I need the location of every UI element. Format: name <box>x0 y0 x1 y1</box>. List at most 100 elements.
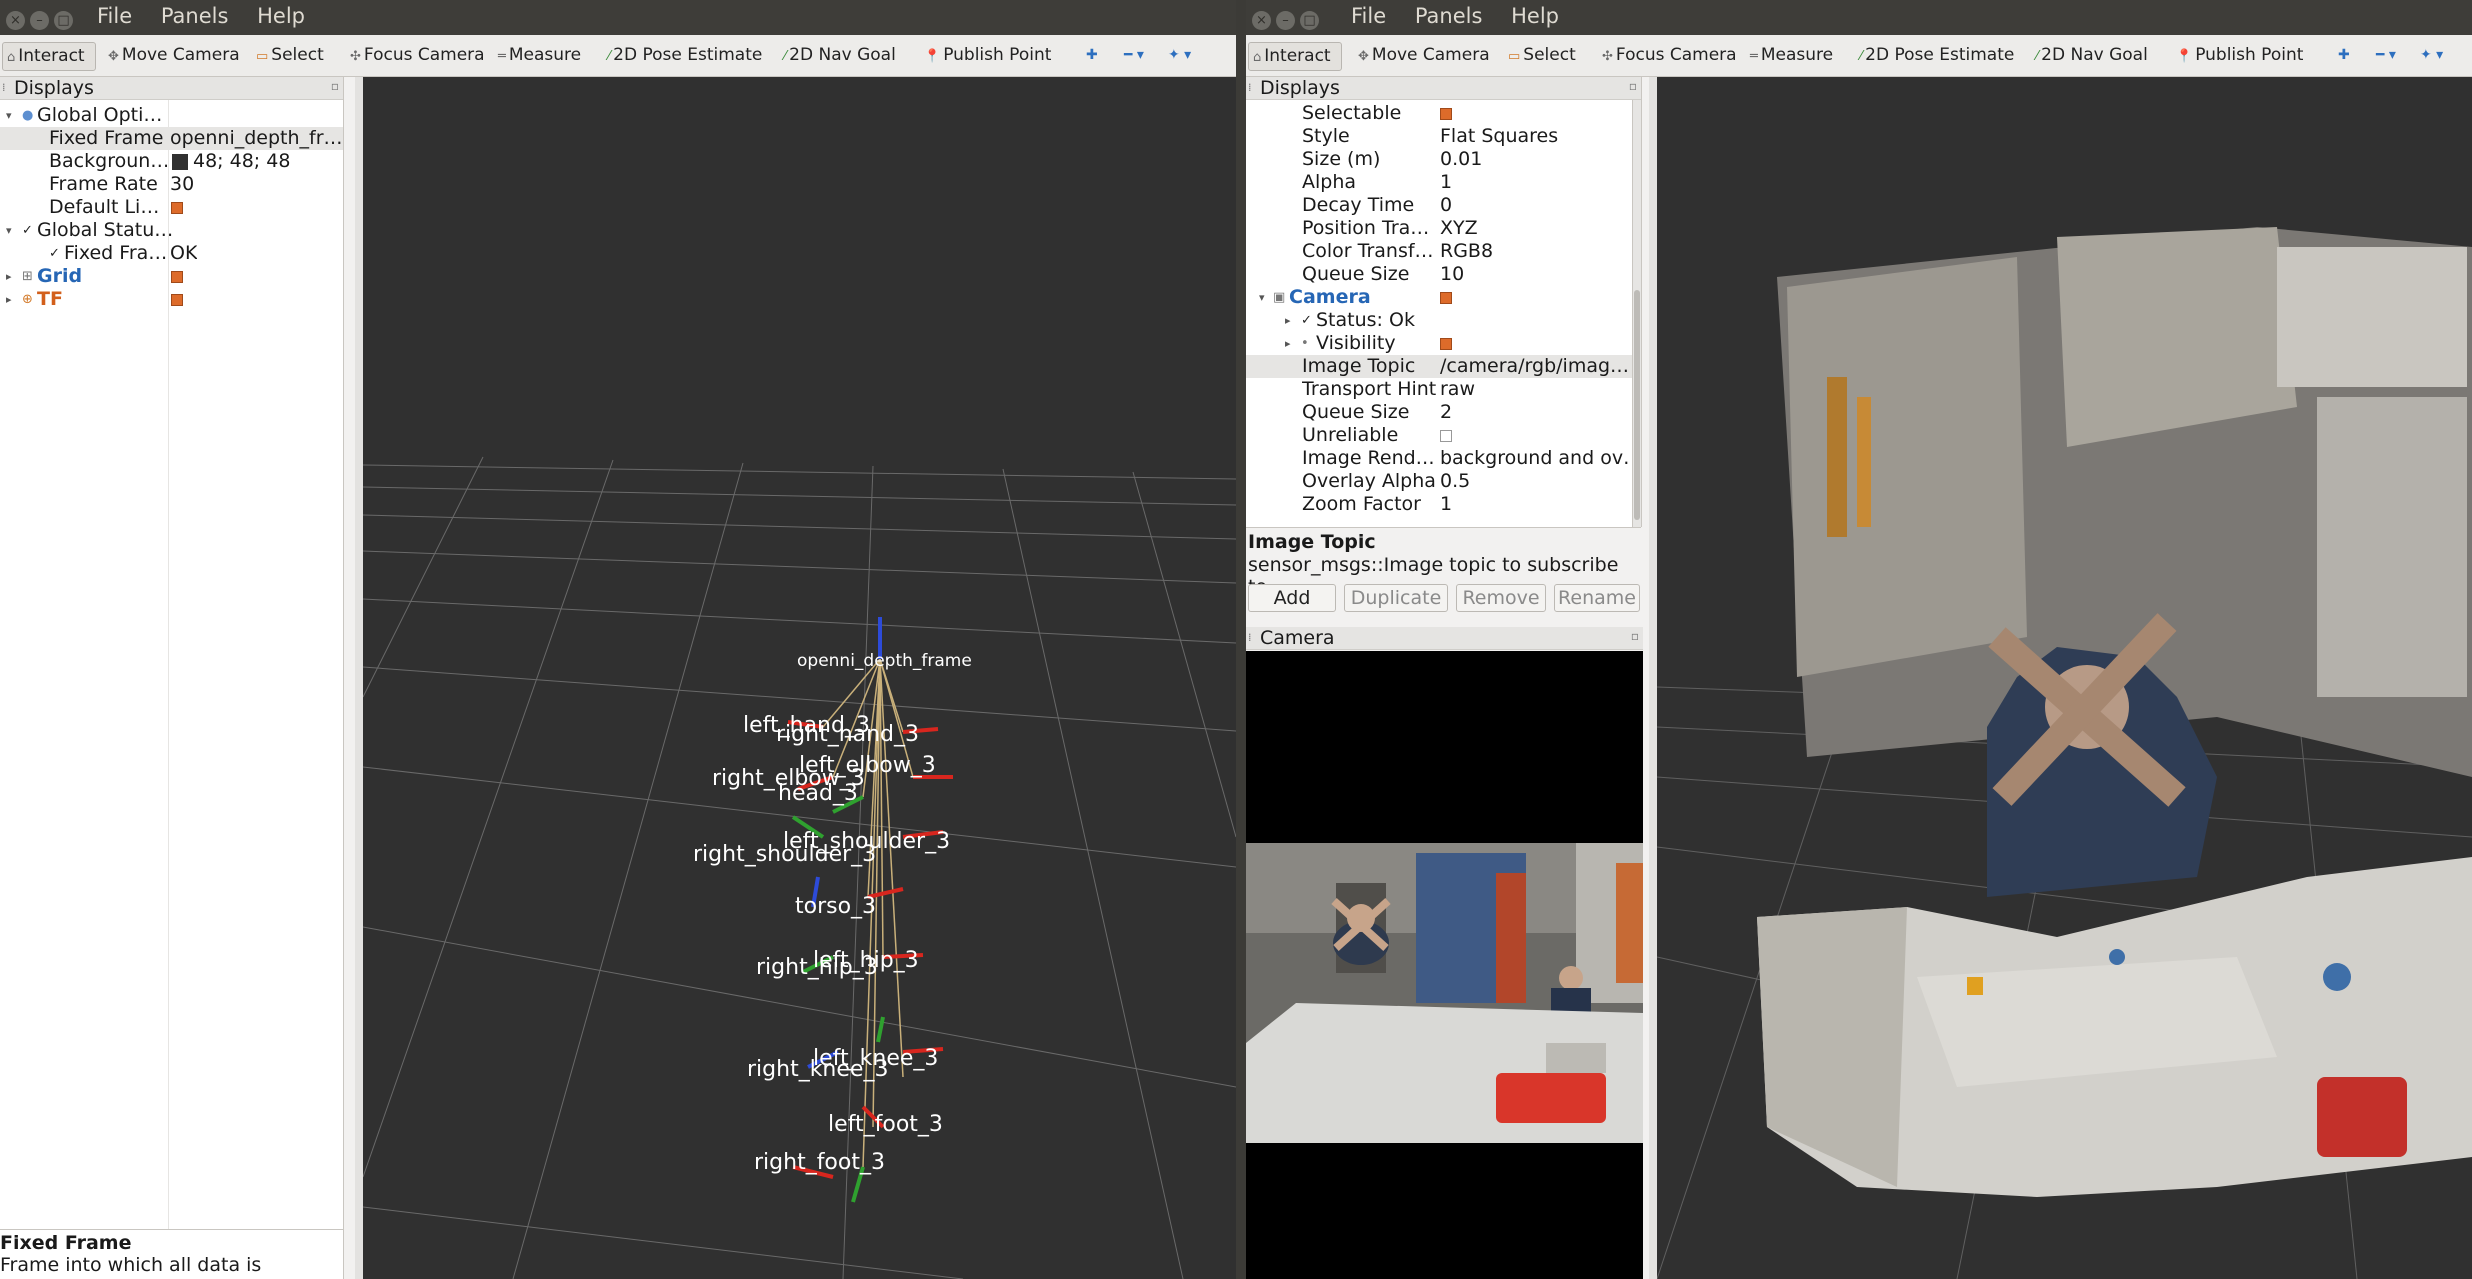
close-panel-icon[interactable]: ▫ <box>1629 77 1637 97</box>
focus-camera-tool-button[interactable]: ✣ Focus Camera <box>350 42 485 69</box>
tool-properties-icon[interactable]: ✦ ▾ <box>1168 42 1191 69</box>
prop-row-unreliable[interactable]: Unreliable <box>1246 424 1641 447</box>
close-window-icon[interactable]: × <box>1252 11 1271 30</box>
rviz-window-right: × – □ File Panels Help ⌂ Interact ✥ Move Cam… <box>1246 0 2472 1279</box>
add-tool-icon[interactable]: ✚ <box>2338 42 2350 69</box>
collapse-arrow-icon[interactable]: ▾ <box>6 219 12 242</box>
interact-tool-button[interactable]: ⌂ Interact <box>2 42 96 71</box>
prop-row-position-transformer[interactable]: Position Tra… XYZ <box>1246 217 1641 240</box>
remove-button[interactable]: Remove <box>1456 584 1546 612</box>
checkbox[interactable] <box>1440 429 1452 442</box>
focus-camera-tool-button[interactable]: ✣ Focus Camera <box>1602 42 1737 69</box>
select-tool-button[interactable]: ▭ Select <box>256 42 324 69</box>
display-row-tf[interactable]: ▸ ⊕ TF <box>0 288 343 311</box>
display-row-fixed-frame[interactable]: Fixed Frame openni_depth_fr… <box>0 127 343 150</box>
expand-arrow-icon[interactable]: ▸ <box>1285 309 1291 332</box>
checkbox[interactable] <box>1440 337 1452 350</box>
tf-label: head_3 <box>778 781 858 806</box>
remove-tool-icon[interactable]: ━ ▾ <box>1124 42 1144 69</box>
expand-arrow-icon[interactable]: ▸ <box>1285 332 1291 355</box>
collapse-arrow-icon[interactable]: ▾ <box>6 104 12 127</box>
pose-estimate-tool-button[interactable]: ⁄ 2D Pose Estimate <box>1860 42 2014 69</box>
pose-arrow-icon: ⁄ <box>1860 49 1863 64</box>
globe-icon: ● <box>22 108 34 123</box>
prop-row-selectable[interactable]: Selectable <box>1246 102 1641 125</box>
remove-tool-icon[interactable]: ━ ▾ <box>2376 42 2396 69</box>
3d-render-view[interactable] <box>1657 77 2472 1279</box>
tool-bar: ⌂ Interact ✥ Move Camera ▭ Select ✣ Focus Ca… <box>1246 35 2472 77</box>
panel-splitter[interactable] <box>1649 77 1657 1279</box>
publish-point-tool-button[interactable]: 📍 Publish Point <box>924 42 1051 69</box>
select-tool-button[interactable]: ▭ Select <box>1508 42 1576 69</box>
checkbox[interactable] <box>171 201 183 214</box>
expand-arrow-icon[interactable]: ▸ <box>6 288 12 311</box>
move-camera-tool-button[interactable]: ✥ Move Camera <box>108 42 240 69</box>
expand-arrow-icon[interactable]: ▸ <box>6 265 12 288</box>
prop-row-zoom-factor[interactable]: Zoom Factor 1 <box>1246 493 1641 516</box>
prop-row-style[interactable]: Style Flat Squares <box>1246 125 1641 148</box>
display-row-camera[interactable]: ▾ ▣ Camera <box>1246 286 1641 309</box>
prop-row-image-render[interactable]: Image Rend… background and ov… <box>1246 447 1641 470</box>
prop-row-status[interactable]: ▸ ✓ Status: Ok <box>1246 309 1641 332</box>
checkbox[interactable] <box>171 270 183 283</box>
panel-splitter[interactable] <box>355 77 363 1279</box>
close-panel-icon[interactable]: ▫ <box>1631 625 1639 647</box>
scrollbar[interactable] <box>1632 100 1641 527</box>
menu-panels[interactable]: Panels <box>161 4 229 28</box>
menu-help[interactable]: Help <box>1511 4 1559 28</box>
3d-render-view[interactable]: openni_depth_frame left_hand_3 right_han… <box>363 77 1236 1279</box>
display-row-background[interactable]: Backgroun… 48; 48; 48 <box>0 150 343 173</box>
maximize-window-icon[interactable]: □ <box>54 11 73 30</box>
close-window-icon[interactable]: × <box>6 11 25 30</box>
close-panel-icon[interactable]: ▫ <box>331 77 339 97</box>
nav-goal-tool-button[interactable]: ⁄ 2D Nav Goal <box>784 42 896 69</box>
checkbox[interactable] <box>1440 107 1452 120</box>
prop-row-image-topic[interactable]: Image Topic /camera/rgb/imag… <box>1246 355 1641 378</box>
display-row-default-light[interactable]: Default Li… <box>0 196 343 219</box>
pose-estimate-tool-button[interactable]: ⁄ 2D Pose Estimate <box>608 42 762 69</box>
fixed-frame-value[interactable]: openni_depth_fr… <box>170 127 342 150</box>
nav-goal-tool-button[interactable]: ⁄ 2D Nav Goal <box>2036 42 2148 69</box>
maximize-window-icon[interactable]: □ <box>1300 11 1319 30</box>
display-row-global-options[interactable]: ▾ ● Global Opti… <box>0 104 343 127</box>
displays-panel: ⁞ Displays ▫ Selectable Style Flat Squares… <box>1246 77 1642 527</box>
menu-file[interactable]: File <box>97 4 132 28</box>
prop-row-queue-size[interactable]: Queue Size 10 <box>1246 263 1641 286</box>
grip-icon: ⁞ <box>1248 631 1252 644</box>
display-row-grid[interactable]: ▸ ⊞ Grid <box>0 265 343 288</box>
add-button[interactable]: Add <box>1248 584 1336 612</box>
prop-row-size[interactable]: Size (m) 0.01 <box>1246 148 1641 171</box>
prop-row-visibility[interactable]: ▸ • Visibility <box>1246 332 1641 355</box>
checkbox[interactable] <box>1440 291 1452 304</box>
prop-row-transport-hint[interactable]: Transport Hint raw <box>1246 378 1641 401</box>
move-camera-tool-button[interactable]: ✥ Move Camera <box>1358 42 1490 69</box>
tool-properties-icon[interactable]: ✦ ▾ <box>2420 42 2443 69</box>
duplicate-button[interactable]: Duplicate <box>1344 584 1448 612</box>
interact-tool-button[interactable]: ⌂ Interact <box>1248 42 1342 71</box>
scrollbar-thumb[interactable] <box>1634 290 1640 520</box>
publish-point-tool-button[interactable]: 📍 Publish Point <box>2176 42 2303 69</box>
menu-help[interactable]: Help <box>257 4 305 28</box>
add-tool-icon[interactable]: ✚ <box>1086 42 1098 69</box>
display-row-fixed-frame-status[interactable]: ✓ Fixed Fra… OK <box>0 242 343 265</box>
display-row-global-status[interactable]: ▾ ✓ Global Statu… <box>0 219 343 242</box>
menu-panels[interactable]: Panels <box>1415 4 1483 28</box>
minimize-window-icon[interactable]: – <box>1276 11 1295 30</box>
measure-tool-button[interactable]: ═ Measure <box>498 42 581 69</box>
prop-row-decay-time[interactable]: Decay Time 0 <box>1246 194 1641 217</box>
checkbox[interactable] <box>171 293 183 306</box>
display-row-frame-rate[interactable]: Frame Rate 30 <box>0 173 343 196</box>
menu-file[interactable]: File <box>1351 4 1386 28</box>
prop-row-queue-size-2[interactable]: Queue Size 2 <box>1246 401 1641 424</box>
interact-icon: ⌂ <box>1253 50 1262 65</box>
background-color-value[interactable]: 48; 48; 48 <box>172 150 290 173</box>
pose-arrow-icon: ⁄ <box>608 49 611 64</box>
collapse-arrow-icon[interactable]: ▾ <box>1259 286 1265 309</box>
prop-row-overlay-alpha[interactable]: Overlay Alpha 0.5 <box>1246 470 1641 493</box>
rename-button[interactable]: Rename <box>1554 584 1640 612</box>
camera-image-view[interactable] <box>1246 651 1643 1279</box>
minimize-window-icon[interactable]: – <box>30 11 49 30</box>
prop-row-color-transformer[interactable]: Color Transf… RGB8 <box>1246 240 1641 263</box>
measure-tool-button[interactable]: ═ Measure <box>1750 42 1833 69</box>
prop-row-alpha[interactable]: Alpha 1 <box>1246 171 1641 194</box>
